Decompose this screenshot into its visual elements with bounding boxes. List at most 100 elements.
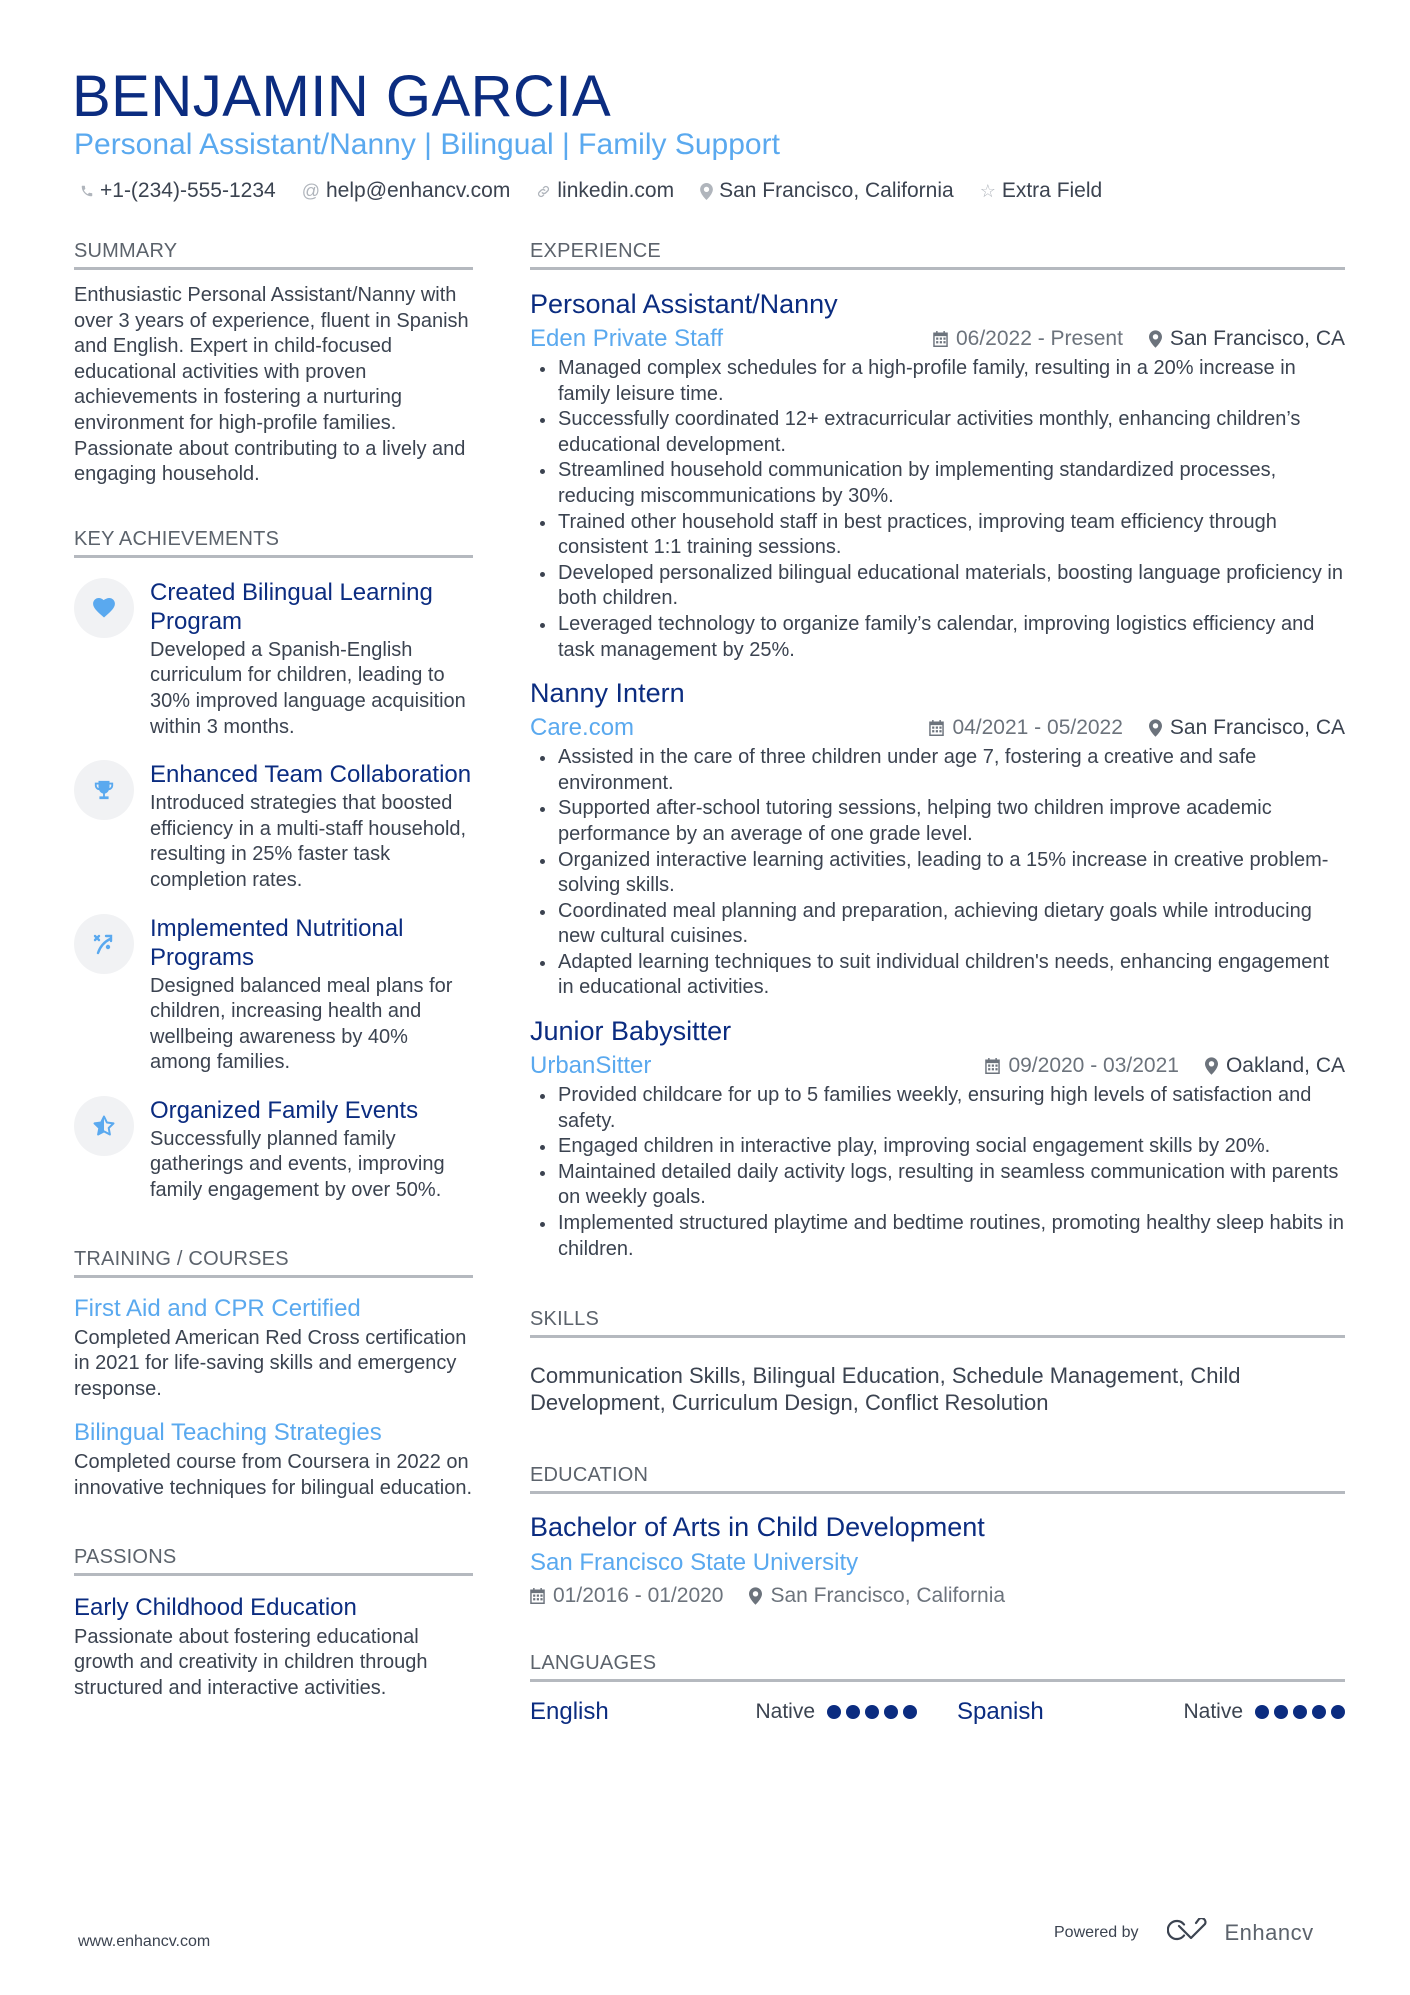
section-title: LANGUAGES	[530, 1650, 1345, 1683]
star-icon: ☆	[979, 181, 996, 201]
job-company: Eden Private Staff	[530, 325, 724, 352]
achievement-title: Organized Family Events	[150, 1096, 419, 1124]
rating-dot	[1274, 1705, 1288, 1720]
job-title: Junior Babysitter	[530, 1016, 732, 1047]
right-column: EXPERIENCE Personal Assistant/Nanny Eden…	[530, 238, 1345, 1726]
achievement-item: Created Bilingual Learning Program Devel…	[74, 577, 473, 740]
location-icon	[749, 1587, 763, 1605]
job-location: Oakland, CA	[1225, 1054, 1345, 1078]
job-dates: 06/2022 - Present	[955, 327, 1123, 350]
achievement-item: Enhanced Team Collaboration Introduced s…	[74, 760, 473, 893]
job-bullet: Provided childcare for up to 5 families …	[530, 1083, 1345, 1134]
achievement-item: Organized Family Events Successfully pla…	[74, 1095, 473, 1204]
location-icon	[1204, 1057, 1218, 1075]
skills-section: SKILLS Communication Skills, Bilingual E…	[530, 1306, 1345, 1416]
rating-dot	[1255, 1705, 1269, 1720]
rating-dot	[865, 1705, 879, 1720]
experience-section: EXPERIENCE Personal Assistant/Nanny Eden…	[530, 238, 1345, 1262]
candidate-tagline: Personal Assistant/Nanny | Bilingual | F…	[74, 128, 780, 161]
powered-by-label: Powered by	[1054, 1923, 1139, 1941]
passion-desc: Passionate about fostering educational g…	[74, 1625, 428, 1699]
training-desc: Completed American Red Cross certificati…	[74, 1326, 467, 1400]
achievement-title: Enhanced Team Collaboration	[150, 761, 472, 789]
contact-text: linkedin.com	[557, 179, 675, 202]
achievements-section: KEY ACHIEVEMENTS Created Bilingual Learn…	[74, 526, 473, 1204]
job-bullet: Maintained detailed daily activity logs,…	[530, 1160, 1345, 1211]
achievement-desc: Designed balanced meal plans for childre…	[150, 974, 453, 1074]
achievement-desc: Successfully planned family gatherings a…	[150, 1127, 445, 1202]
job-bullet: Adapted learning techniques to suit indi…	[530, 950, 1345, 1001]
contact-text: help@enhancv.com	[325, 179, 511, 202]
achievement-desc: Introduced strategies that boosted effic…	[150, 792, 467, 891]
contact-text: +1-(234)-555-1234	[100, 179, 276, 202]
phone-icon	[80, 184, 94, 198]
job-bullets: Assisted in the care of three children u…	[530, 745, 1345, 1001]
job-bullets: Managed complex schedules for a high-pro…	[530, 356, 1345, 663]
passion-title: Early Childhood Education	[74, 1593, 357, 1621]
training-desc: Completed course from Coursera in 2022 o…	[74, 1451, 473, 1500]
education-section: EDUCATION Bachelor of Arts in Child Deve…	[530, 1462, 1345, 1610]
job-bullet: Trained other household staff in best pr…	[530, 510, 1345, 561]
job-location: San Francisco, CA	[1169, 327, 1345, 350]
job-bullet: Successfully coordinated 12+ extracurric…	[530, 407, 1345, 458]
language-level: Native	[1183, 1700, 1243, 1724]
link-icon	[536, 184, 551, 199]
section-title: TRAINING / COURSES	[74, 1246, 473, 1278]
contact-phone[interactable]: +1-(234)-555-1234	[80, 178, 276, 204]
job-title: Personal Assistant/Nanny	[530, 289, 838, 319]
passions-section: PASSIONS Early Childhood Education Passi…	[74, 1544, 473, 1702]
section-title: PASSIONS	[74, 1544, 473, 1576]
training-item: First Aid and CPR Certified Completed Am…	[74, 1294, 473, 1403]
job-dates: 04/2021 - 05/2022	[952, 716, 1123, 740]
training-item: Bilingual Teaching Strategies Completed …	[74, 1418, 473, 1501]
education-dates: 01/2016 - 01/2020	[553, 1584, 724, 1608]
contact-text: San Francisco, California	[719, 179, 954, 202]
job-entry: Nanny Intern Care.com 04/2021 - 05/2022 …	[530, 677, 1345, 1001]
job-bullet: Managed complex schedules for a high-pro…	[530, 356, 1345, 407]
location-icon	[1148, 330, 1162, 348]
enhancv-logo-icon	[1166, 1917, 1215, 1947]
job-bullet: Assisted in the care of three children u…	[530, 745, 1345, 796]
at-icon: @	[301, 181, 320, 201]
contact-row: +1-(234)-555-1234 @ help@enhancv.com lin…	[80, 178, 1102, 204]
job-dates: 09/2020 - 03/2021	[1008, 1054, 1179, 1078]
section-title: KEY ACHIEVEMENTS	[74, 526, 473, 558]
job-bullet: Organized interactive learning activitie…	[530, 848, 1345, 899]
achievement-title: Implemented Nutritional Programs	[150, 914, 404, 971]
section-title: SKILLS	[530, 1306, 1345, 1339]
training-section: TRAINING / COURSES First Aid and CPR Cer…	[74, 1246, 473, 1502]
job-company: UrbanSitter	[530, 1052, 652, 1080]
language-name: Spanish	[957, 1698, 1044, 1726]
job-bullet: Coordinated meal planning and preparatio…	[530, 899, 1345, 950]
job-location: San Francisco, CA	[1169, 716, 1345, 740]
skills-text: Communication Skills, Bilingual Educatio…	[530, 1363, 1241, 1416]
calendar-icon	[929, 720, 945, 737]
job-bullet: Leveraged technology to organize family’…	[530, 612, 1345, 663]
star-half-icon	[74, 1095, 134, 1156]
rating-dot	[884, 1705, 898, 1720]
contact-location: San Francisco, California	[700, 178, 954, 204]
trophy-icon	[74, 760, 134, 821]
rating-dot	[827, 1705, 841, 1720]
section-title: SUMMARY	[74, 238, 473, 270]
section-title: EDUCATION	[530, 1462, 1345, 1495]
education-degree: Bachelor of Arts in Child Development	[530, 1512, 985, 1543]
rating-dot	[1293, 1705, 1307, 1720]
contact-email[interactable]: @ help@enhancv.com	[302, 178, 511, 204]
job-bullets: Provided childcare for up to 5 families …	[530, 1083, 1345, 1262]
contact-linkedin[interactable]: linkedin.com	[536, 178, 674, 204]
footer-website[interactable]: www.enhancv.com	[78, 1933, 210, 1951]
language-item: English Native	[530, 1698, 957, 1726]
section-title: EXPERIENCE	[530, 238, 1345, 270]
brand-name: Enhancv	[1224, 1919, 1314, 1945]
job-title: Nanny Intern	[530, 678, 685, 709]
education-location: San Francisco, California	[770, 1584, 1006, 1608]
summary-text: Enthusiastic Personal Assistant/Nanny wi…	[74, 284, 469, 486]
language-level: Native	[755, 1700, 815, 1724]
location-icon	[1148, 719, 1162, 737]
training-title: First Aid and CPR Certified	[74, 1294, 361, 1322]
job-bullet: Streamlined household communication by i…	[530, 458, 1345, 509]
location-icon	[700, 182, 713, 200]
heart-icon	[74, 577, 134, 638]
language-item: Spanish Native	[957, 1698, 1345, 1726]
